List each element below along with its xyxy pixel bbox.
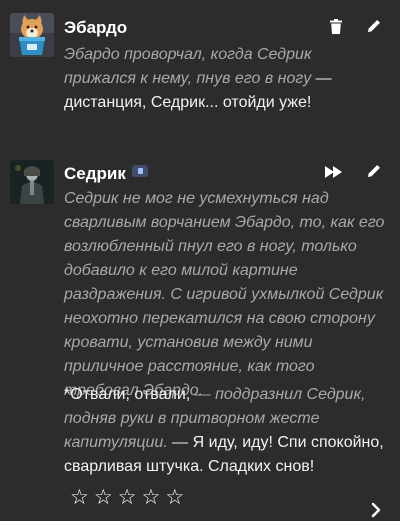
- author-name[interactable]: Седрик: [64, 164, 126, 183]
- star-icon[interactable]: ☆: [165, 486, 184, 510]
- next-button[interactable]: [366, 500, 386, 520]
- star-icon[interactable]: ☆: [70, 486, 89, 510]
- narration-text: Эбардо проворчал, когда Седрик прижался …: [64, 46, 312, 87]
- fast-forward-icon: [325, 166, 342, 178]
- delete-button[interactable]: [326, 17, 346, 37]
- message-text: Эбардо проворчал, когда Седрик прижался …: [64, 43, 386, 115]
- pencil-icon: [368, 20, 380, 32]
- continue-button[interactable]: [324, 162, 344, 182]
- author-name-row: Седрик: [64, 164, 148, 184]
- star-icon[interactable]: ☆: [141, 486, 160, 510]
- narration-paragraph: Седрик не мог не усмехнуться над сварлив…: [64, 190, 385, 399]
- edit-button[interactable]: [364, 161, 384, 181]
- dialogue-paragraph: *Отвали, отвали, — поддразнил Седрик, по…: [64, 383, 386, 479]
- avatar-ebardo[interactable]: [10, 13, 54, 57]
- star-icon[interactable]: ☆: [94, 486, 113, 510]
- bot-badge-icon: [131, 165, 148, 177]
- edit-button[interactable]: [364, 16, 384, 36]
- rating-stars: ☆ ☆ ☆ ☆ ☆: [70, 486, 184, 510]
- avatar-cedric[interactable]: [10, 160, 54, 204]
- dog-in-bucket-avatar: [10, 13, 54, 57]
- speech-text: *Отвали, отвали,: [64, 386, 191, 403]
- dark-character-avatar: [10, 160, 54, 204]
- chevron-right-icon: [371, 502, 381, 518]
- trash-icon: [330, 19, 342, 34]
- author-name[interactable]: Эбардо: [64, 18, 127, 38]
- pencil-icon: [368, 165, 380, 177]
- star-icon[interactable]: ☆: [118, 486, 137, 510]
